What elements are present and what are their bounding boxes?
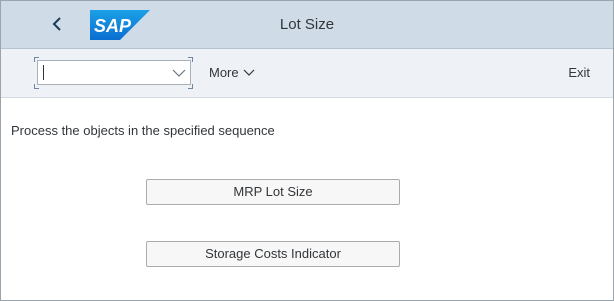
app-window: SAP Lot Size More Exit Process the objec…: [0, 0, 614, 301]
more-button-label: More: [209, 65, 239, 80]
chevron-down-icon: [243, 69, 255, 76]
chevron-down-icon[interactable]: [172, 67, 186, 79]
storage-costs-indicator-button[interactable]: Storage Costs Indicator: [146, 241, 400, 267]
text-cursor: [43, 65, 44, 80]
page-title: Lot Size: [279, 16, 335, 33]
toolbar: More Exit: [1, 49, 613, 98]
more-button[interactable]: More: [209, 65, 255, 80]
instruction-text: Process the objects in the specified seq…: [11, 123, 275, 138]
command-field[interactable]: [37, 60, 191, 85]
mrp-lot-size-button[interactable]: MRP Lot Size: [146, 179, 400, 205]
shell-header: SAP Lot Size: [1, 1, 613, 49]
exit-button[interactable]: Exit: [568, 65, 590, 80]
